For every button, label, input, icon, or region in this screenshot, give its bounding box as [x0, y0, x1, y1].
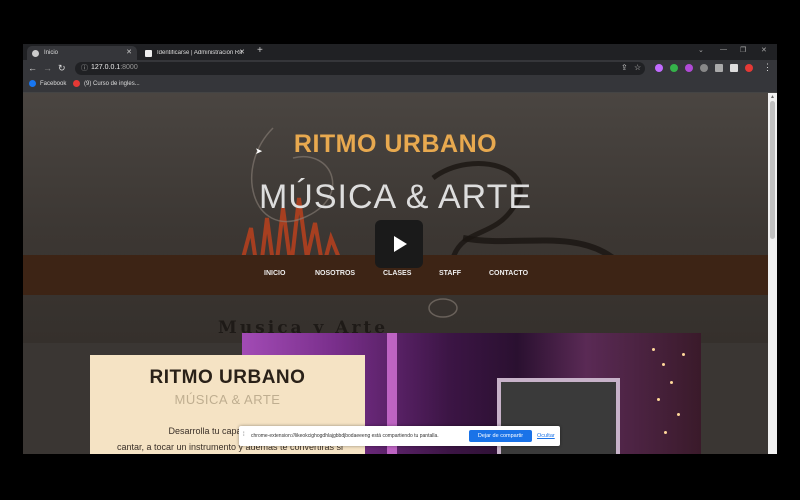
fairy-light [652, 348, 655, 351]
extension-icon[interactable] [670, 64, 678, 72]
minimize-button[interactable]: — [720, 46, 727, 53]
nav-clases[interactable]: CLASES [383, 270, 411, 277]
bookmark-star-icon[interactable]: ☆ [634, 63, 641, 72]
tab-title: Identificarse | Administración Rit [157, 50, 243, 56]
scrollbar-thumb[interactable] [770, 101, 775, 239]
share-notice-text: chrome-extension://likeokcighogdhlajgbbd… [251, 433, 439, 439]
hero-subtitle: MÚSICA & ARTE [258, 178, 533, 216]
facebook-icon [29, 80, 36, 87]
tab-strip: Inicio ✕ Identificarse | Administración … [23, 44, 777, 60]
card-title: RITMO URBANO [149, 367, 306, 388]
reload-button[interactable]: ↻ [58, 63, 66, 74]
nav-staff[interactable]: STAFF [439, 270, 461, 277]
nav-contacto[interactable]: CONTACTO [489, 270, 528, 277]
fairy-light [670, 381, 673, 384]
tab-identificarse[interactable]: Identificarse | Administración Rit ✕ [140, 46, 250, 60]
browser-toolbar: ← → ↻ ⓘ 127.0.0.1:8000 ⇪ ☆ ⋮ [23, 60, 777, 78]
share-icon[interactable]: ⇪ [621, 63, 628, 72]
extensions-puzzle-icon[interactable] [715, 64, 723, 72]
bookmark-curso-ingles[interactable]: (9) Curso de ingles... [73, 80, 140, 87]
screen-share-bar: ⁞ chrome-extension://likeokcighogdhlajgb… [239, 426, 560, 446]
fairy-light [657, 398, 660, 401]
profile-avatar[interactable] [745, 64, 753, 72]
address-bar[interactable]: ⓘ 127.0.0.1:8000 ⇪ ☆ [75, 62, 645, 75]
extension-icon[interactable] [700, 64, 708, 72]
restore-button[interactable]: ❐ [740, 46, 746, 54]
globe-icon [32, 49, 39, 57]
close-tab-icon[interactable]: ✕ [239, 48, 245, 56]
youtube-icon [73, 80, 80, 87]
play-button[interactable] [375, 220, 423, 268]
fairy-light [662, 363, 665, 366]
close-tab-icon[interactable]: ✕ [126, 48, 132, 56]
play-icon [394, 236, 407, 252]
side-panel-icon[interactable] [730, 64, 738, 72]
hero-section: RITMO URBANO MÚSICA & ARTE Musica y Arte [23, 93, 768, 343]
browser-window: Inicio ✕ Identificarse | Administración … [23, 44, 777, 454]
close-window-button[interactable]: ✕ [761, 46, 767, 54]
nav-nosotros[interactable]: NOSOTROS [315, 270, 355, 277]
tab-title: Inicio [44, 50, 59, 56]
page-scrollbar[interactable]: ▲ [768, 93, 777, 454]
page-icon [145, 49, 152, 57]
fairy-light [682, 353, 685, 356]
stop-sharing-button[interactable]: Dejar de compartir [469, 430, 532, 442]
forward-button[interactable]: → [43, 63, 52, 73]
hero-title: RITMO URBANO [293, 130, 498, 158]
tab-inicio[interactable]: Inicio ✕ [27, 46, 137, 60]
drag-handle-icon[interactable]: ⁞ [243, 432, 245, 438]
bookmarks-bar: Facebook (9) Curso de ingles... [23, 78, 777, 93]
bookmark-facebook[interactable]: Facebook [29, 80, 66, 87]
page-viewport: RITMO URBANO MÚSICA & ARTE Musica y Arte… [23, 93, 768, 454]
hide-share-bar-link[interactable]: Ocultar [537, 433, 555, 439]
nav-inicio[interactable]: INICIO [264, 270, 285, 277]
extension-icon[interactable] [685, 64, 693, 72]
scroll-up-icon[interactable]: ▲ [770, 94, 775, 100]
fairy-light [664, 431, 667, 434]
url-text[interactable]: 127.0.0.1:8000 [91, 64, 138, 71]
site-info-icon[interactable]: ⓘ [81, 63, 88, 73]
tab-search-icon[interactable]: ⌄ [698, 46, 704, 54]
fairy-light [677, 413, 680, 416]
new-tab-button[interactable]: + [257, 45, 263, 56]
mouse-cursor-icon: ➤ [255, 146, 263, 156]
menu-kebab-icon[interactable]: ⋮ [763, 62, 772, 73]
back-button[interactable]: ← [28, 63, 37, 73]
card-subtitle: MÚSICA & ARTE [174, 392, 281, 407]
extension-icon[interactable] [655, 64, 663, 72]
